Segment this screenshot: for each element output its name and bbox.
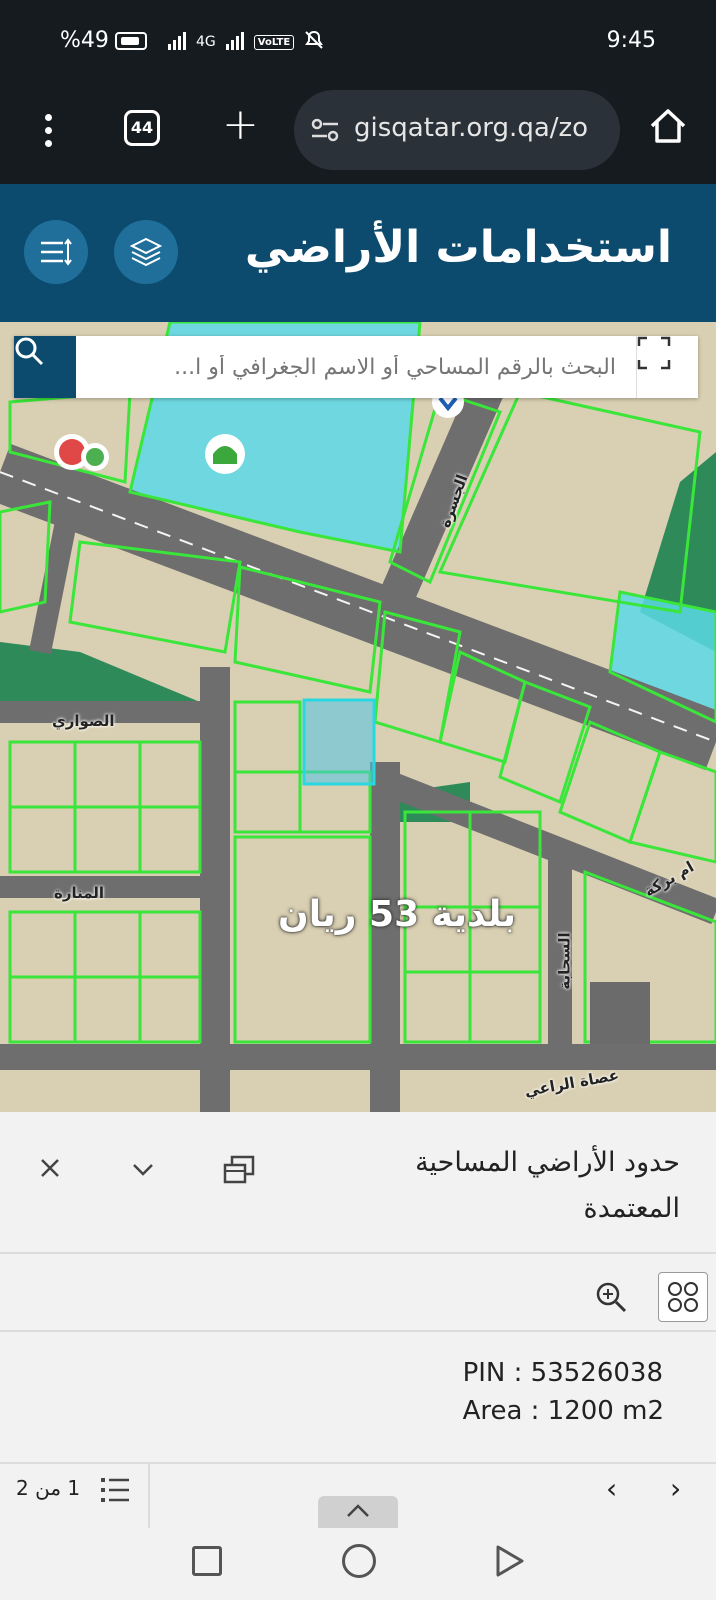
actions-button[interactable] <box>658 1272 708 1322</box>
next-feature-button[interactable]: › <box>670 1472 681 1505</box>
network-type: 4G <box>196 34 216 50</box>
layers-icon <box>129 237 163 267</box>
pin-value: PIN : 53526038 <box>462 1358 663 1388</box>
grid-icon <box>668 1282 698 1312</box>
area-value: Area : 1200 m2 <box>462 1396 664 1426</box>
tab-switcher-button[interactable]: 44 <box>124 110 160 146</box>
street-label: السحابة <box>555 932 574 990</box>
battery-indicator: %49 <box>60 28 147 53</box>
search-input[interactable] <box>76 336 636 398</box>
chevron-up-icon <box>347 1504 369 1517</box>
fullscreen-icon <box>637 336 671 370</box>
status-time: 9:45 <box>606 28 656 53</box>
district-label: بلدية 53 ريان <box>278 894 517 935</box>
mute-icon <box>305 30 324 49</box>
layers-button[interactable] <box>114 220 178 284</box>
signal-icon <box>168 32 186 50</box>
close-icon[interactable] <box>36 1154 64 1182</box>
signal-indicators: 4G VoLTE <box>168 30 324 50</box>
pager-count: 1 من 2 <box>16 1476 81 1500</box>
feature-attributes: PIN : 53526038 Area : 1200 m2 <box>463 1354 664 1430</box>
building <box>590 982 650 1044</box>
browser-menu-icon[interactable] <box>38 110 58 158</box>
divider <box>0 1252 716 1254</box>
url-text: gisqatar.org.qa/zo <box>354 113 589 143</box>
volte-badge: VoLTE <box>253 35 295 50</box>
feature-list-icon[interactable] <box>100 1474 130 1506</box>
divider <box>148 1464 150 1528</box>
list-menu-icon <box>41 238 72 266</box>
feature-panel: حدود الأراضي المساحية المعتمدة PIN : 535… <box>0 1112 716 1464</box>
panel-title: حدود الأراضي المساحية المعتمدة <box>415 1147 680 1224</box>
address-bar[interactable]: gisqatar.org.qa/zo <box>294 90 620 170</box>
search-button[interactable] <box>14 336 76 398</box>
zoom-to-icon[interactable] <box>594 1280 628 1314</box>
site-settings-icon[interactable] <box>310 116 340 144</box>
previous-feature-button[interactable]: ‹ <box>606 1472 617 1505</box>
battery-percent: %49 <box>60 28 109 53</box>
map-view[interactable]: الصواري المنارة الجسرة السحابة ام بركة ع… <box>0 322 716 1112</box>
fullscreen-button[interactable] <box>636 336 698 398</box>
street-label: المنارة <box>54 884 105 902</box>
app-header: استخدامات الأراضي <box>0 184 716 322</box>
system-nav-bar <box>0 1528 716 1600</box>
browser-toolbar: 44 + gisqatar.org.qa/zo <box>0 84 716 184</box>
new-tab-icon[interactable]: + <box>222 100 259 150</box>
search-bar <box>14 336 698 398</box>
selected-parcel[interactable] <box>302 698 376 786</box>
chevron-down-icon[interactable] <box>130 1158 156 1180</box>
dock-icon[interactable] <box>222 1152 256 1186</box>
status-bar: %49 4G VoLTE 9:45 <box>0 0 716 84</box>
street-label: الصواري <box>52 712 115 730</box>
battery-icon <box>114 31 147 50</box>
signal-icon-2 <box>225 32 244 50</box>
menu-list-button[interactable] <box>24 220 88 284</box>
divider <box>0 1330 716 1332</box>
home-button[interactable] <box>342 1544 376 1578</box>
home-icon[interactable] <box>648 106 688 146</box>
recent-apps-button[interactable] <box>192 1546 222 1576</box>
search-icon <box>15 337 44 366</box>
back-button[interactable] <box>494 1544 526 1578</box>
panel-expand-handle[interactable] <box>318 1496 398 1528</box>
app-title: استخدامات الأراضي <box>244 222 672 273</box>
